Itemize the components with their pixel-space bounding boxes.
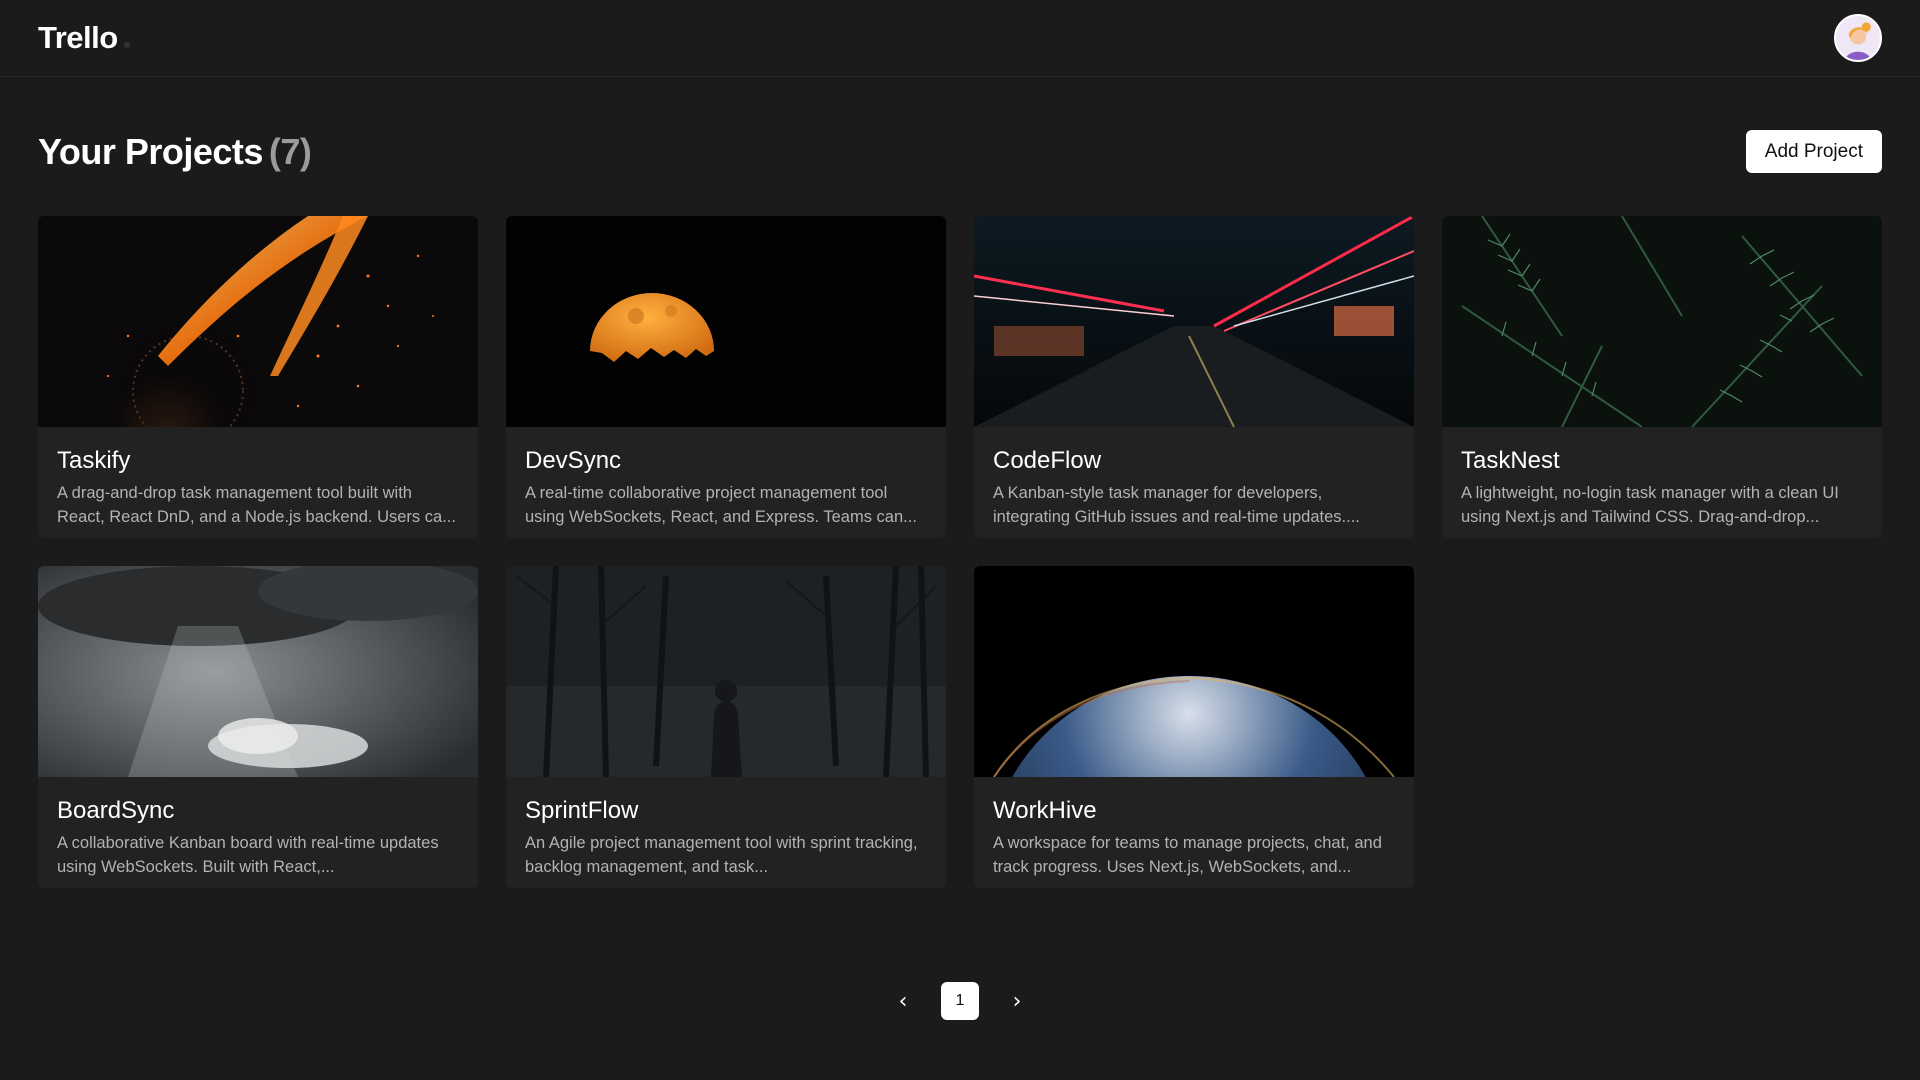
project-card[interactable]: WorkHive A workspace for teams to manage… (974, 566, 1414, 888)
project-title: BoardSync (57, 797, 175, 824)
project-card[interactable]: TaskNest A lightweight, no-login task ma… (1442, 216, 1882, 538)
brand-logo[interactable]: Trello (38, 20, 130, 56)
project-card[interactable]: Taskify A drag-and-drop task management … (38, 216, 478, 538)
projects-grid: Taskify A drag-and-drop task management … (0, 216, 1920, 888)
card-body: Taskify A drag-and-drop task management … (38, 427, 478, 529)
project-description: A drag-and-drop task management tool bui… (57, 484, 456, 526)
project-count: (7) (268, 130, 312, 172)
project-thumbnail (1442, 216, 1882, 427)
project-title: DevSync (525, 447, 622, 474)
add-project-button[interactable]: Add Project (1745, 130, 1882, 173)
top-bar: Trello (0, 0, 1920, 77)
brand-dot (123, 42, 130, 48)
page-number-current[interactable]: 1 (941, 982, 979, 1020)
chevron-right-icon[interactable]: › (1005, 989, 1029, 1014)
project-card[interactable]: DevSync A real-time collaborative projec… (506, 216, 946, 538)
card-body: WorkHive A workspace for teams to manage… (974, 777, 1414, 879)
user-avatar[interactable] (1834, 14, 1882, 62)
projects-header: Your Projects (7) Add Project (0, 130, 1920, 173)
project-description: An Agile project management tool with sp… (525, 834, 918, 876)
project-thumbnail (506, 566, 946, 777)
project-description: A collaborative Kanban board with real-t… (57, 834, 439, 876)
project-description: A Kanban-style task manager for develope… (993, 484, 1360, 526)
project-thumbnail (506, 216, 946, 427)
page-title-text: Your Projects (38, 130, 263, 172)
project-card[interactable]: BoardSync A collaborative Kanban board w… (38, 566, 478, 888)
chevron-left-icon[interactable]: ‹ (891, 989, 915, 1014)
project-title: CodeFlow (993, 447, 1102, 474)
project-thumbnail (974, 216, 1414, 427)
project-title: WorkHive (993, 797, 1097, 824)
card-body: SprintFlow An Agile project management t… (506, 777, 946, 879)
project-description: A workspace for teams to manage projects… (993, 834, 1382, 876)
project-title: Taskify (57, 447, 131, 474)
avatar-image (1836, 16, 1880, 60)
project-title: TaskNest (1461, 447, 1560, 474)
project-description: A real-time collaborative project manage… (525, 484, 917, 526)
pagination: ‹ 1 › (0, 982, 1920, 1020)
page-title: Your Projects (7) (38, 130, 312, 173)
card-body: CodeFlow A Kanban-style task manager for… (974, 427, 1414, 529)
project-thumbnail (38, 566, 478, 777)
card-body: TaskNest A lightweight, no-login task ma… (1442, 427, 1882, 529)
project-thumbnail (974, 566, 1414, 777)
project-card[interactable]: CodeFlow A Kanban-style task manager for… (974, 216, 1414, 538)
project-thumbnail (38, 216, 478, 427)
project-card[interactable]: SprintFlow An Agile project management t… (506, 566, 946, 888)
brand-name: Trello (38, 20, 118, 55)
project-title: SprintFlow (525, 797, 639, 824)
card-body: DevSync A real-time collaborative projec… (506, 427, 946, 529)
project-description: A lightweight, no-login task manager wit… (1461, 484, 1839, 526)
card-body: BoardSync A collaborative Kanban board w… (38, 777, 478, 879)
